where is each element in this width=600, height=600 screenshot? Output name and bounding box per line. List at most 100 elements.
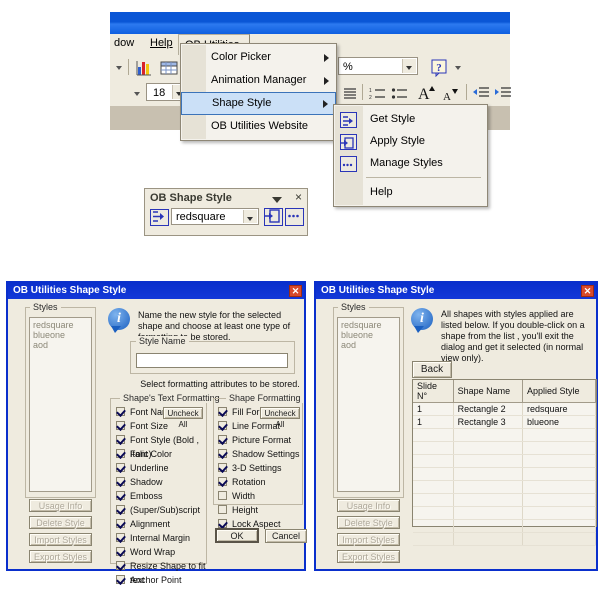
- list-item[interactable]: redsquare: [33, 320, 88, 330]
- table-column-header[interactable]: Applied Style: [522, 380, 597, 403]
- text-uncheck-all-button[interactable]: Uncheck All: [163, 407, 203, 429]
- checkbox-row[interactable]: Line Format: [218, 419, 302, 433]
- import-styles-button[interactable]: Import Styles: [337, 533, 400, 546]
- checkbox-icon[interactable]: [218, 463, 227, 472]
- manage-styles-icon[interactable]: [285, 208, 304, 226]
- grow-font-icon[interactable]: A: [416, 82, 438, 103]
- export-styles-button[interactable]: Export Styles: [337, 550, 400, 563]
- checkbox-icon[interactable]: [218, 505, 227, 514]
- apply-style-icon[interactable]: [264, 208, 283, 226]
- help-dropdown-arrow[interactable]: [455, 66, 461, 70]
- table-row-empty[interactable]: [413, 519, 597, 533]
- table-row[interactable]: 1 Rectangle 2 redsquare: [413, 402, 597, 416]
- table-row-empty[interactable]: [413, 532, 597, 546]
- checkbox-row[interactable]: 3-D Settings: [218, 461, 302, 475]
- align-icon[interactable]: [342, 84, 359, 102]
- checkbox-row[interactable]: (Super/Sub)script: [116, 503, 206, 517]
- submenu-item-get-style[interactable]: Get Style: [334, 108, 487, 130]
- checkbox-icon[interactable]: [116, 449, 125, 458]
- table-icon[interactable]: [158, 58, 180, 78]
- list-item[interactable]: blueone: [341, 330, 396, 340]
- checkbox-icon[interactable]: [116, 435, 125, 444]
- delete-style-button[interactable]: Delete Style: [337, 516, 400, 529]
- applied-styles-table[interactable]: Slide N° Shape Name Applied Style 1 Rectang…: [412, 379, 597, 546]
- checkbox-row[interactable]: Word Wrap: [116, 545, 206, 559]
- style-select-combo[interactable]: redsquare: [171, 208, 259, 225]
- zoom-combo[interactable]: %: [338, 57, 418, 75]
- checkbox-icon[interactable]: [116, 505, 125, 514]
- table-column-header[interactable]: Shape Name: [453, 380, 523, 403]
- checkbox-row[interactable]: Picture Format: [218, 433, 302, 447]
- get-style-icon[interactable]: [150, 209, 169, 226]
- checkbox-row[interactable]: Width: [218, 489, 302, 503]
- checkbox-icon[interactable]: [116, 407, 125, 416]
- delete-style-button[interactable]: Delete Style: [29, 516, 92, 529]
- table-row-empty[interactable]: [413, 454, 597, 468]
- decrease-indent-icon[interactable]: [471, 84, 491, 102]
- menu-item-shape-style[interactable]: Shape Style: [181, 92, 336, 115]
- checkbox-row[interactable]: Resize Shape to fit text: [116, 559, 206, 585]
- checkbox-icon[interactable]: [218, 407, 227, 416]
- table-row-empty[interactable]: [413, 493, 597, 507]
- checkbox-icon[interactable]: [116, 547, 125, 556]
- checkbox-row[interactable]: Underline: [116, 461, 206, 475]
- checkbox-icon[interactable]: [116, 575, 125, 584]
- menu-item-color-picker[interactable]: Color Picker: [181, 46, 336, 69]
- toolbar-overflow-arrow[interactable]: [116, 66, 122, 70]
- checkbox-row[interactable]: Emboss: [116, 489, 206, 503]
- checkbox-row[interactable]: Alignment: [116, 517, 206, 531]
- cancel-button[interactable]: Cancel: [265, 529, 307, 543]
- menu-item-animation-manager[interactable]: Animation Manager: [181, 69, 336, 92]
- table-row-empty[interactable]: [413, 441, 597, 455]
- submenu-item-apply-style[interactable]: Apply Style: [334, 130, 487, 152]
- table-row-empty[interactable]: [413, 428, 597, 442]
- question-mark-icon[interactable]: ?: [428, 56, 450, 78]
- checkbox-icon[interactable]: [218, 477, 227, 486]
- style-name-input[interactable]: [136, 353, 288, 368]
- submenu-item-help[interactable]: Help: [334, 181, 487, 203]
- checkbox-icon[interactable]: [116, 491, 125, 500]
- numbered-list-icon[interactable]: 12: [368, 84, 388, 102]
- checkbox-row[interactable]: Font Color: [116, 447, 206, 461]
- shape-uncheck-all-button[interactable]: Uncheck All: [260, 407, 300, 429]
- back-button[interactable]: Back: [412, 361, 452, 378]
- checkbox-icon[interactable]: [116, 519, 125, 528]
- usage-info-button[interactable]: Usage Info: [337, 499, 400, 512]
- checkbox-row[interactable]: Font Style (Bold , Italic): [116, 433, 206, 459]
- close-icon[interactable]: ✕: [289, 285, 302, 297]
- checkbox-icon[interactable]: [116, 421, 125, 430]
- ok-button[interactable]: OK: [215, 528, 259, 543]
- checkbox-icon[interactable]: [218, 435, 227, 444]
- checkbox-icon[interactable]: [218, 519, 227, 528]
- list-item[interactable]: redsquare: [341, 320, 396, 330]
- close-icon[interactable]: ✕: [581, 285, 594, 297]
- checkbox-row[interactable]: Anchor Point: [116, 573, 206, 587]
- menu-item-window[interactable]: dow: [114, 37, 134, 49]
- menu-item-ob-utilities-website[interactable]: OB Utilities Website: [181, 115, 336, 138]
- checkbox-icon[interactable]: [116, 463, 125, 472]
- checkbox-row[interactable]: Internal Margin: [116, 531, 206, 545]
- table-column-header[interactable]: Slide N°: [413, 380, 454, 403]
- import-styles-button[interactable]: Import Styles: [29, 533, 92, 546]
- increase-indent-icon[interactable]: [493, 84, 513, 102]
- table-row[interactable]: 1 Rectangle 3 blueone: [413, 415, 597, 429]
- chart-icon[interactable]: [134, 58, 156, 78]
- menu-item-help[interactable]: Help: [150, 37, 173, 49]
- shrink-font-icon[interactable]: A: [440, 84, 462, 103]
- checkbox-icon[interactable]: [116, 477, 125, 486]
- styles-listbox[interactable]: redsquare blueone aod: [337, 317, 400, 492]
- font-name-dropdown-arrow[interactable]: [134, 92, 140, 96]
- list-item[interactable]: aod: [341, 340, 396, 350]
- table-row-empty[interactable]: [413, 506, 597, 520]
- chevron-down-icon[interactable]: [243, 210, 257, 223]
- list-item[interactable]: blueone: [33, 330, 88, 340]
- close-icon[interactable]: ×: [295, 191, 302, 203]
- export-styles-button[interactable]: Export Styles: [29, 550, 92, 563]
- checkbox-row[interactable]: Height: [218, 503, 302, 517]
- chevron-down-icon[interactable]: [402, 59, 416, 73]
- checkbox-row[interactable]: Rotation: [218, 475, 302, 489]
- bullet-list-icon[interactable]: [390, 84, 410, 102]
- checkbox-icon[interactable]: [116, 561, 125, 570]
- table-row-empty[interactable]: [413, 480, 597, 494]
- submenu-item-manage-styles[interactable]: Manage Styles: [334, 152, 487, 174]
